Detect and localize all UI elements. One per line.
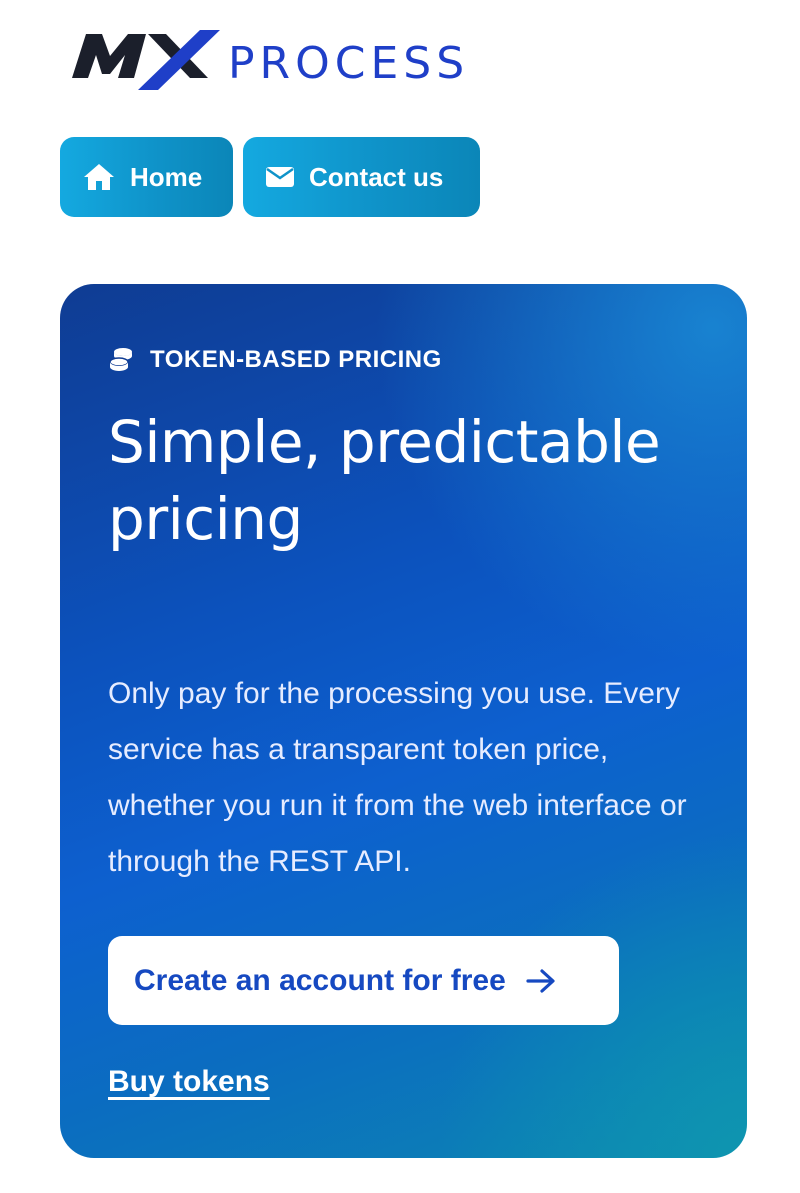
- contact-us-button[interactable]: Contact us: [243, 137, 480, 217]
- logo-wordmark: PROCESS: [228, 38, 469, 89]
- hero-description: Only pay for the processing you use. Eve…: [108, 677, 687, 878]
- home-icon: [82, 162, 116, 192]
- pricing-eyebrow: TOKEN-BASED PRICING: [108, 346, 442, 374]
- home-button[interactable]: Home: [60, 137, 233, 217]
- create-account-button[interactable]: Create an account for free: [108, 936, 619, 1025]
- arrow-right-icon: [526, 968, 556, 994]
- buy-tokens-link[interactable]: Buy tokens: [108, 1065, 270, 1099]
- hero-headline: Simple, predictable pricing: [108, 408, 661, 553]
- eyebrow-label: TOKEN-BASED PRICING: [150, 346, 442, 373]
- top-nav: Home Contact us: [60, 137, 480, 217]
- mx-process-logo[interactable]: PROCESS: [72, 30, 494, 94]
- home-button-label: Home: [130, 161, 203, 192]
- coins-icon: [108, 347, 134, 373]
- page: PROCESS Home Contact us TOKEN-BASED PRIC…: [0, 0, 800, 1193]
- contact-us-button-label: Contact us: [309, 161, 444, 192]
- create-account-button-label: Create an account for free: [134, 963, 506, 997]
- logo-graphic: PROCESS: [72, 30, 469, 90]
- envelope-icon: [265, 165, 295, 189]
- pricing-hero-card: TOKEN-BASED PRICING Simple, predictable …: [60, 284, 747, 1158]
